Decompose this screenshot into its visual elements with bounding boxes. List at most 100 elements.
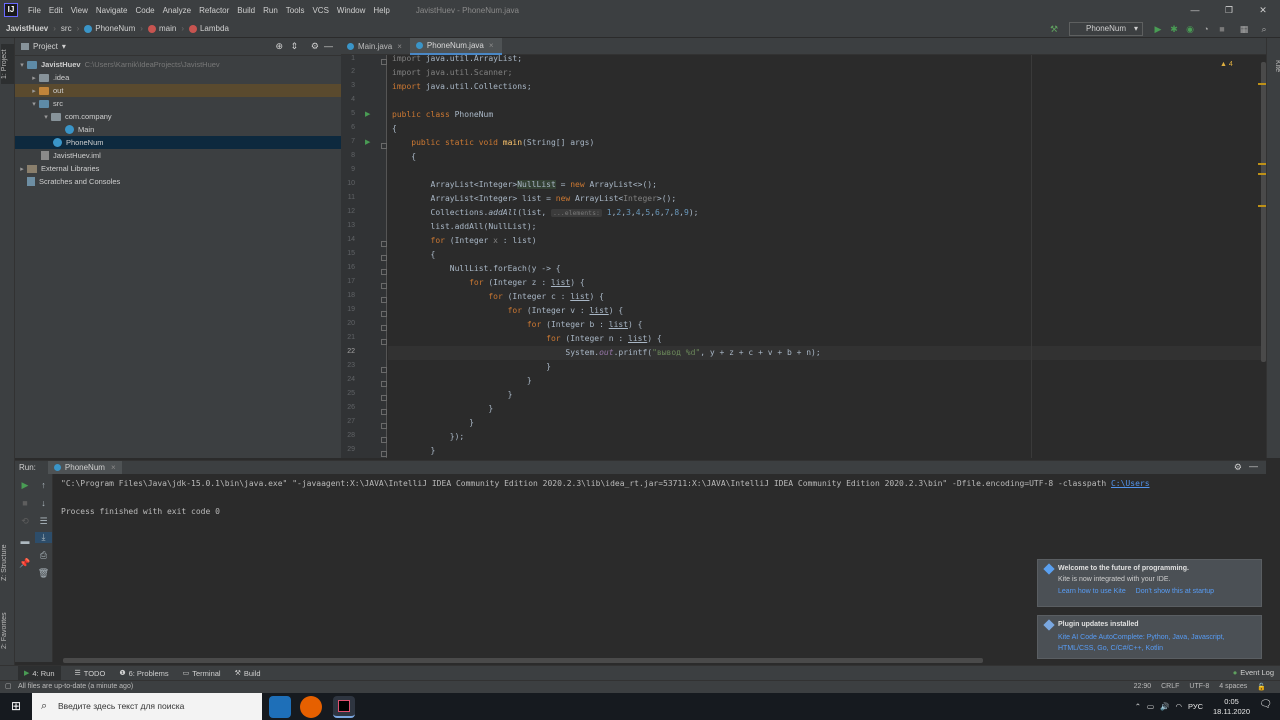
chevron-right-icon[interactable]: ▸ — [29, 87, 39, 95]
windows-start-icon[interactable]: ⊞ — [0, 693, 32, 720]
menu-file[interactable]: File — [24, 6, 45, 15]
hide-icon[interactable]: — — [324, 41, 333, 51]
event-log-button[interactable]: ● Event Log — [1233, 668, 1274, 677]
menu-code[interactable]: Code — [131, 6, 158, 15]
console-horizontal-scrollbar[interactable] — [63, 658, 983, 663]
search-everywhere-icon[interactable]: ⌕ — [1258, 23, 1270, 35]
chevron-down-icon[interactable]: ▾ — [62, 42, 66, 51]
indent-setting[interactable]: 4 spaces — [1219, 683, 1247, 691]
profile-icon[interactable]: ◔ — [1200, 23, 1212, 35]
chevron-down-icon[interactable]: ▾ — [29, 100, 39, 108]
soft-wrap-icon[interactable]: ☰ — [35, 516, 52, 527]
menu-refactor[interactable]: Refactor — [195, 6, 233, 15]
menu-edit[interactable]: Edit — [45, 6, 67, 15]
tree-item-iml[interactable]: JavistHuev.iml — [15, 149, 341, 162]
tree-item-out[interactable]: ▸ out — [15, 84, 341, 97]
menu-navigate[interactable]: Navigate — [92, 6, 132, 15]
run-gutter-icon[interactable]: ▶ — [365, 110, 372, 118]
warning-marker[interactable] — [1258, 163, 1266, 165]
locate-icon[interactable]: ⊕ — [275, 41, 283, 52]
keyboard-language[interactable]: РУС — [1188, 702, 1203, 711]
pin-icon[interactable]: 📌 — [15, 558, 35, 569]
stop-icon[interactable]: ■ — [15, 498, 35, 508]
run-icon[interactable]: ▶ — [1152, 23, 1164, 35]
taskbar-search-input[interactable]: Введите здесь текст для поиска — [32, 693, 262, 720]
project-view-select[interactable]: Project — [33, 42, 58, 51]
menu-window[interactable]: Window — [333, 6, 369, 15]
run-configuration-select[interactable]: PhoneNum — [1069, 22, 1143, 36]
tree-item-phonenum[interactable]: PhoneNum — [15, 136, 341, 149]
project-structure-icon[interactable]: ▦ — [1238, 23, 1250, 35]
build-hammer-icon[interactable]: ⚒ — [1048, 23, 1060, 35]
fold-icon[interactable] — [381, 339, 387, 345]
line-separator[interactable]: CRLF — [1161, 683, 1179, 691]
gear-icon[interactable]: ⚙ — [1234, 462, 1242, 473]
menu-run[interactable]: Run — [259, 6, 282, 15]
tab-main-java[interactable]: Main.java × — [341, 38, 410, 55]
notification-center-icon[interactable]: 🗨 — [1259, 699, 1272, 710]
structure-tool-tab[interactable]: Z: Structure — [1, 538, 14, 588]
dont-show-link[interactable]: Don't show this at startup — [1136, 588, 1214, 595]
tree-item-idea[interactable]: ▸ .idea — [15, 71, 341, 84]
fold-icon[interactable] — [381, 59, 387, 65]
tool-tab-run[interactable]: ▶ 4: Run — [18, 665, 61, 681]
menu-view[interactable]: View — [67, 6, 92, 15]
chevron-right-icon[interactable]: ▸ — [17, 165, 27, 173]
tree-item-project-root[interactable]: ▾ JavistHuev C:\Users\Karnik\IdeaProject… — [15, 58, 341, 71]
breadcrumb-method[interactable]: main — [147, 24, 176, 33]
warning-marker[interactable] — [1258, 205, 1266, 207]
hide-icon[interactable]: — — [1249, 461, 1258, 471]
close-icon[interactable]: ✕ — [1246, 0, 1280, 20]
fold-icon[interactable] — [381, 269, 387, 275]
coverage-icon[interactable]: ◉ — [1184, 23, 1196, 35]
tree-item-main[interactable]: Main — [15, 123, 341, 136]
tree-item-src[interactable]: ▾ src — [15, 97, 341, 110]
tab-phonenum-java[interactable]: PhoneNum.java × — [409, 38, 502, 55]
favorites-tool-tab[interactable]: 2: Favorites — [1, 606, 14, 656]
restore-layout-icon[interactable]: ⟲ — [15, 516, 35, 527]
menu-vcs[interactable]: VCS — [308, 6, 332, 15]
tool-tab-todo[interactable]: ☰ TODO — [75, 669, 106, 678]
fold-icon[interactable] — [381, 367, 387, 373]
fold-icon[interactable] — [381, 437, 387, 443]
telegram-icon[interactable] — [269, 696, 291, 718]
warnings-badge[interactable]: ▲ 4 — [1220, 61, 1233, 68]
rerun-icon[interactable]: ▶ — [15, 480, 35, 491]
tool-tab-problems[interactable]: ❶ 6: Problems — [119, 669, 168, 678]
print-icon[interactable]: ⎙ — [35, 550, 52, 561]
stop-icon[interactable]: ■ — [1216, 23, 1228, 35]
fold-icon[interactable] — [381, 283, 387, 289]
database-tool-tab[interactable]: Kite — [1268, 46, 1280, 86]
chevron-right-icon[interactable]: ▸ — [29, 74, 39, 82]
code-editor[interactable]: import java.util.ArrayList; import java.… — [388, 55, 1262, 458]
tool-tab-terminal[interactable]: ▭ Terminal — [183, 669, 221, 678]
warning-marker[interactable] — [1258, 83, 1266, 85]
wifi-icon[interactable]: ◠ — [1175, 702, 1182, 711]
clock[interactable]: 0:05 18.11.2020 — [1213, 697, 1250, 717]
close-icon[interactable]: × — [111, 463, 116, 472]
fold-icon[interactable] — [381, 423, 387, 429]
fold-icon[interactable] — [381, 381, 387, 387]
fold-icon[interactable] — [381, 241, 387, 247]
network-icon[interactable]: ▭ — [1147, 702, 1154, 711]
warning-marker[interactable] — [1258, 173, 1266, 175]
run-gutter-icon[interactable]: ▶ — [365, 138, 372, 146]
breadcrumb-class[interactable]: PhoneNum — [84, 24, 135, 33]
menu-help[interactable]: Help — [369, 6, 393, 15]
file-encoding[interactable]: UTF-8 — [1189, 683, 1209, 691]
project-tool-tab[interactable]: 1: Project — [1, 44, 14, 84]
breadcrumb-src[interactable]: src — [61, 24, 72, 33]
lock-icon[interactable]: 🔓 — [1257, 683, 1266, 691]
debug-icon[interactable]: ✱ — [1168, 23, 1180, 35]
scroll-to-end-icon[interactable]: ⤓ — [35, 532, 52, 543]
breadcrumb-project[interactable]: JavistHuev — [6, 24, 48, 33]
volume-icon[interactable]: 🔊 — [1160, 702, 1169, 711]
fold-icon[interactable] — [381, 311, 387, 317]
menu-analyze[interactable]: Analyze — [159, 6, 195, 15]
classpath-link[interactable]: C:\Users — [1111, 479, 1150, 488]
tree-item-external-libraries[interactable]: ▸ External Libraries — [15, 162, 341, 175]
chevron-down-icon[interactable]: ▾ — [17, 61, 27, 69]
plugin-list-link[interactable]: Kite AI Code AutoComplete: Python, Java,… — [1058, 632, 1245, 654]
close-icon[interactable]: × — [489, 41, 494, 50]
up-arrow-icon[interactable]: ↑ — [35, 480, 52, 490]
